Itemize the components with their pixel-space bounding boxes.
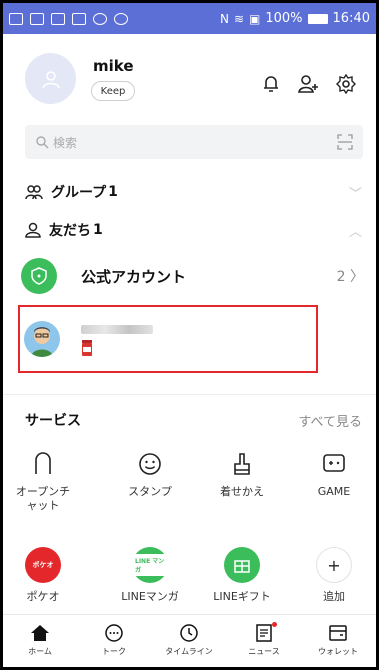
groups-count: 1 bbox=[108, 184, 118, 200]
groups-label: グループ bbox=[51, 185, 107, 201]
see-all-link[interactable]: すべて見る bbox=[298, 411, 362, 430]
official-account-icon bbox=[21, 258, 57, 294]
avatar[interactable] bbox=[25, 53, 76, 104]
nav-home[interactable]: ホーム bbox=[3, 615, 77, 667]
nav-label: トーク bbox=[102, 647, 126, 656]
clock: 16:40 bbox=[332, 11, 370, 26]
shield-notify-icon-2 bbox=[114, 12, 128, 25]
line-manga-icon: LINE マンガ bbox=[132, 547, 168, 583]
nav-timeline[interactable]: タイムライン bbox=[152, 615, 226, 667]
wifi-icon: ≋ bbox=[233, 11, 245, 26]
service-label: LINEギフト bbox=[213, 590, 271, 603]
group-icon bbox=[25, 185, 43, 200]
timeline-icon bbox=[180, 624, 198, 642]
service-stamp[interactable]: スタンプ bbox=[110, 450, 190, 499]
bottom-nav: ホーム トーク タイムライン ニュース ウォレット bbox=[3, 614, 376, 667]
section-divider bbox=[3, 394, 376, 395]
nav-talk[interactable]: トーク bbox=[77, 615, 151, 667]
service-game[interactable]: GAME bbox=[294, 450, 374, 499]
nav-label: ウォレット bbox=[318, 647, 358, 656]
notification-icons bbox=[9, 12, 128, 25]
service-label: オープンチ bbox=[15, 485, 71, 498]
home-icon bbox=[31, 625, 49, 641]
friends-section-header[interactable]: 友だち 1 ︿ bbox=[3, 215, 376, 245]
friend-icon bbox=[25, 222, 41, 238]
image-icon bbox=[30, 12, 44, 25]
services-title: サービス bbox=[25, 413, 81, 429]
service-label: GAME bbox=[317, 485, 351, 498]
highlight-box bbox=[18, 305, 318, 373]
message-icon bbox=[9, 12, 23, 25]
friend-avatar[interactable] bbox=[24, 321, 60, 357]
nav-wallet[interactable]: ウォレット bbox=[301, 615, 375, 667]
jam-jar-icon bbox=[82, 340, 92, 356]
sim-icon: ▣ bbox=[249, 11, 261, 26]
avatar-illustration bbox=[31, 327, 53, 357]
game-icon bbox=[320, 450, 348, 478]
service-line-manga[interactable]: LINE マンガ LINEマンガ bbox=[110, 547, 190, 604]
nav-label: タイムライン bbox=[165, 647, 213, 656]
photo-icon bbox=[72, 12, 86, 25]
keep-button[interactable]: Keep bbox=[91, 81, 135, 101]
service-label: 着せかえ bbox=[220, 485, 264, 498]
service-add[interactable]: + 追加 bbox=[294, 547, 374, 604]
openchat-icon bbox=[29, 450, 57, 478]
bell-icon[interactable] bbox=[259, 72, 283, 96]
search-bar[interactable]: 検索 bbox=[25, 125, 363, 159]
nav-label: ニュース bbox=[248, 647, 280, 656]
brush-icon bbox=[228, 450, 256, 478]
official-accounts-row[interactable]: 公式アカウント 2 〉 bbox=[3, 253, 376, 299]
chevron-down-icon[interactable]: ﹀ bbox=[349, 183, 362, 202]
news-icon bbox=[256, 624, 272, 642]
profile-header: mike Keep bbox=[3, 34, 376, 119]
battery-icon bbox=[307, 13, 328, 24]
nfc-icon: N bbox=[219, 11, 229, 26]
shield-notify-icon bbox=[93, 12, 107, 25]
nav-label: ホーム bbox=[28, 647, 52, 656]
nav-news[interactable]: ニュース bbox=[227, 615, 301, 667]
news-badge-dot bbox=[272, 622, 277, 627]
wallet-icon bbox=[329, 625, 347, 641]
status-bar: N ≋ ▣ 100% 16:40 bbox=[3, 3, 376, 34]
friends-count: 1 bbox=[93, 222, 103, 238]
service-line-gift[interactable]: LINEギフト bbox=[202, 547, 282, 604]
gear-icon[interactable] bbox=[334, 72, 358, 96]
service-label: LINEマンガ bbox=[121, 590, 179, 603]
search-icon bbox=[36, 136, 49, 149]
default-person-icon bbox=[41, 70, 60, 88]
add-friend-icon[interactable] bbox=[297, 72, 321, 96]
service-label-line2: ャット bbox=[26, 499, 60, 512]
pokeo-icon: ポケオ bbox=[25, 547, 61, 583]
service-pokeo[interactable]: ポケオ ポケオ bbox=[3, 547, 83, 604]
service-openchat[interactable]: オープンチ ャット bbox=[3, 450, 83, 513]
groups-section-header[interactable]: グループ 1 ﹀ bbox=[3, 177, 376, 207]
friends-label: 友だち bbox=[49, 223, 91, 239]
official-accounts-label: 公式アカウント bbox=[81, 267, 187, 286]
gift-icon bbox=[224, 547, 260, 583]
app-frame: N ≋ ▣ 100% 16:40 mike Keep 検索 グループ 1 ﹀ 友… bbox=[3, 3, 376, 667]
plus-icon: + bbox=[316, 547, 352, 583]
smiley-icon bbox=[136, 450, 164, 478]
service-label: 追加 bbox=[323, 590, 345, 603]
service-label: ポケオ bbox=[26, 590, 60, 603]
qr-scan-icon[interactable] bbox=[337, 134, 353, 150]
service-theme[interactable]: 着せかえ bbox=[202, 450, 282, 499]
battery-percent: 100% bbox=[265, 11, 303, 26]
official-accounts-count: 2 〉 bbox=[336, 269, 364, 285]
user-name[interactable]: mike bbox=[93, 57, 134, 75]
friend-name-blurred[interactable] bbox=[81, 325, 153, 334]
talk-icon bbox=[105, 624, 123, 642]
chevron-up-icon[interactable]: ︿ bbox=[349, 221, 362, 240]
search-input[interactable]: 検索 bbox=[53, 134, 77, 151]
mail-icon bbox=[51, 12, 65, 25]
service-label: スタンプ bbox=[128, 485, 172, 498]
